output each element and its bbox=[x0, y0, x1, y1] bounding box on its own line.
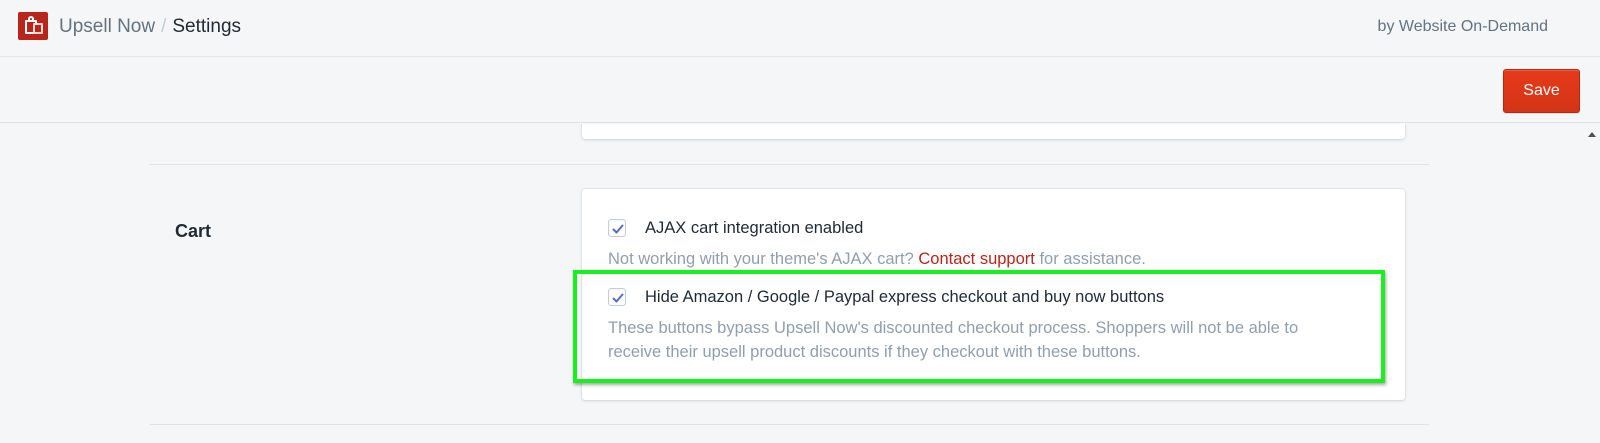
breadcrumb: Upsell Now / Settings bbox=[59, 15, 241, 39]
ajax-help-suffix: for assistance. bbox=[1039, 250, 1146, 268]
breadcrumb-separator: / bbox=[161, 16, 167, 37]
developer-byline: by Website On-Demand bbox=[1377, 18, 1548, 35]
cart-settings-card: AJAX cart integration enabled Not workin… bbox=[582, 189, 1405, 400]
top-bar: Upsell Now / Settings by Website On-Demand bbox=[0, 0, 1600, 57]
cart-section-title: Cart bbox=[175, 221, 212, 241]
checkmark-icon bbox=[612, 293, 624, 303]
contact-support-link[interactable]: Contact support bbox=[918, 250, 1034, 268]
ajax-cart-label[interactable]: AJAX cart integration enabled bbox=[645, 217, 863, 239]
breadcrumb-app-link[interactable]: Upsell Now bbox=[59, 16, 155, 37]
scroll-up-arrow-icon[interactable] bbox=[1588, 132, 1596, 137]
section-divider bbox=[150, 164, 1429, 165]
previous-section-card bbox=[582, 124, 1405, 139]
ajax-cart-help-text: Not working with your theme's AJAX cart?… bbox=[608, 247, 1146, 271]
settings-content: Cart AJAX cart integration enabled Not w… bbox=[0, 124, 1584, 443]
hide-express-buttons-help-line2: receive their upsell product discounts i… bbox=[608, 343, 1141, 361]
ajax-help-prefix: Not working with your theme's AJAX cart? bbox=[608, 250, 914, 268]
section-divider bbox=[150, 424, 1429, 425]
page-title: Settings bbox=[172, 16, 242, 37]
action-bar: Save bbox=[0, 57, 1600, 123]
save-button[interactable]: Save bbox=[1503, 69, 1580, 113]
vertical-scrollbar[interactable] bbox=[1584, 124, 1600, 443]
hide-express-buttons-label[interactable]: Hide Amazon / Google / Paypal express ch… bbox=[645, 286, 1164, 308]
upsell-now-logo-icon[interactable] bbox=[18, 12, 48, 40]
checkmark-icon bbox=[612, 224, 624, 234]
ajax-cart-checkbox[interactable] bbox=[608, 219, 626, 237]
hide-express-buttons-help-line1: These buttons bypass Upsell Now's discou… bbox=[608, 319, 1299, 337]
hide-express-buttons-checkbox[interactable] bbox=[608, 288, 626, 306]
